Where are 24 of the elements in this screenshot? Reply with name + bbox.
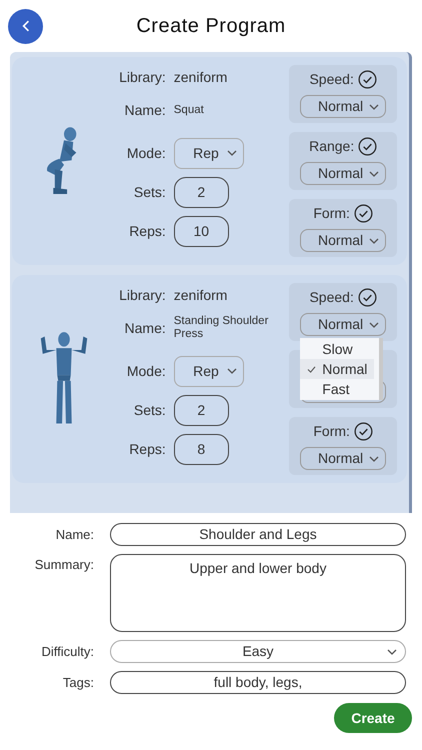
field-label: Mode:	[126, 362, 167, 380]
form-label: Summary:	[34, 556, 94, 574]
exercise-name: Standing Shoulder Press	[174, 315, 270, 341]
field-label: Sets:	[132, 401, 167, 420]
library-value: zeniform	[174, 286, 228, 304]
field-label: Sets:	[132, 183, 167, 202]
form-label: Name:	[54, 526, 94, 544]
form-label: Tags:	[62, 674, 94, 692]
field-label: Reps:	[128, 222, 167, 241]
field-label: Library:	[118, 286, 167, 305]
setting-label: Speed:	[309, 70, 354, 89]
setting-label: Speed:	[309, 288, 354, 307]
field-label: Mode:	[126, 144, 167, 162]
field-label: Library:	[118, 68, 167, 87]
exercise-name: Squat	[174, 104, 205, 116]
setting-label: Form:	[313, 422, 350, 441]
library-value: zeniform	[174, 68, 228, 86]
setting-label: Form:	[313, 204, 350, 223]
field-label: Name:	[124, 318, 167, 338]
field-label: Reps:	[128, 440, 167, 459]
form-label: Difficulty:	[40, 643, 94, 662]
field-label: Name:	[124, 100, 167, 120]
setting-label: Range:	[309, 137, 354, 156]
page-title: Create Program	[136, 14, 286, 39]
